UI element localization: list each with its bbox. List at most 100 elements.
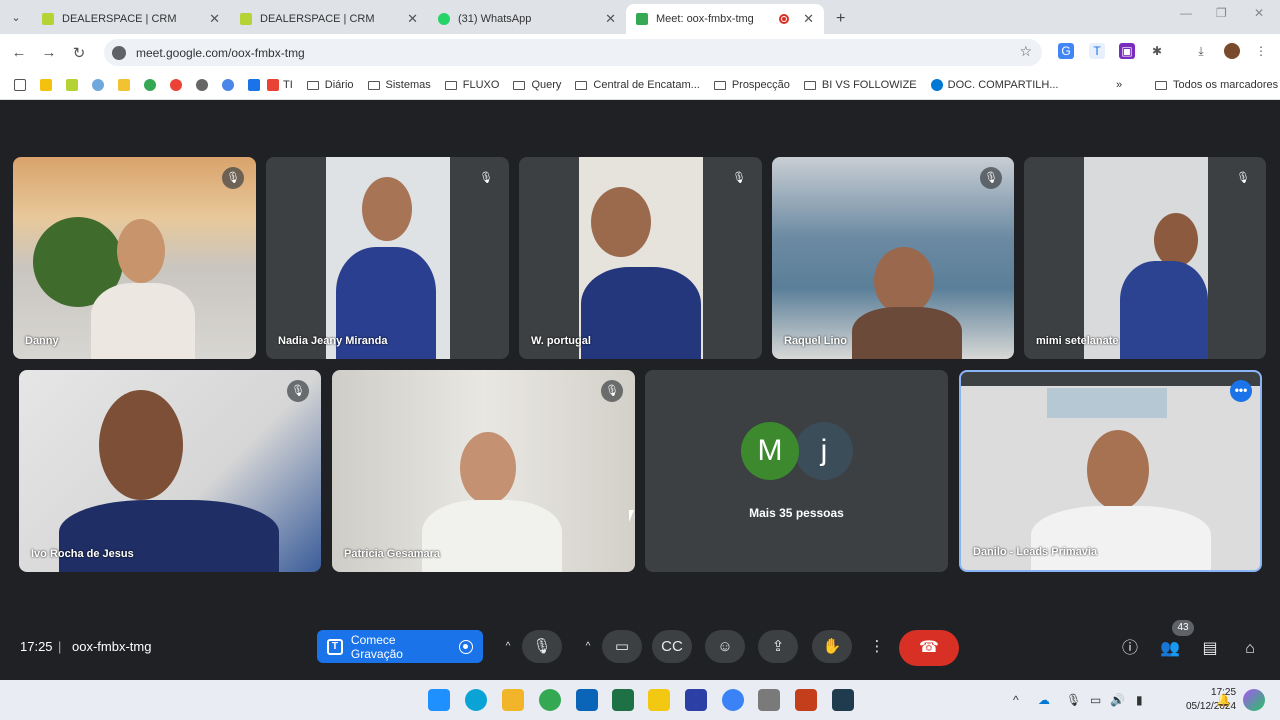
new-tab-button[interactable]: + bbox=[824, 4, 857, 34]
raise-hand-button[interactable]: ✋ bbox=[812, 630, 852, 663]
mic-tray-icon[interactable]: 🎙 bbox=[1066, 693, 1081, 707]
all-bookmarks[interactable]: Todos os marcadores bbox=[1155, 79, 1278, 91]
translate-extension-icon[interactable]: G bbox=[1058, 43, 1074, 59]
participant-tile-w-portugal[interactable]: 🎙 W. portugal bbox=[519, 157, 762, 359]
tab-search-icon[interactable]: ⌄ bbox=[0, 0, 32, 34]
tab-dealerspace-1[interactable]: DEALERSPACE | CRM ✕ bbox=[32, 4, 230, 34]
bookmark-star-icon[interactable]: ☆ bbox=[1019, 43, 1032, 60]
participant-face bbox=[874, 247, 934, 315]
audio-options-chevron-icon[interactable]: ^ bbox=[498, 630, 518, 663]
participant-tile-danny[interactable]: 🎙 Danny bbox=[13, 157, 256, 359]
bookmarks-bar: TI Diário Sistemas FLUXO Query Central d… bbox=[0, 71, 1280, 100]
participant-tile-raquel[interactable]: 🎙 Raquel Lino bbox=[772, 157, 1014, 359]
tab-meet[interactable]: Meet: oox-fmbx-tmg ✕ bbox=[626, 4, 824, 34]
app-x-icon[interactable] bbox=[685, 689, 707, 711]
bookmark-icon[interactable] bbox=[118, 79, 130, 91]
download-icon[interactable]: ⤓ bbox=[1193, 43, 1209, 59]
more-options-icon[interactable]: ••• bbox=[1230, 380, 1252, 402]
tab-whatsapp[interactable]: (31) WhatsApp ✕ bbox=[428, 4, 626, 34]
bookmark-icon[interactable] bbox=[144, 79, 156, 91]
site-info-icon[interactable] bbox=[112, 45, 126, 60]
minimize-icon[interactable]: — bbox=[1180, 6, 1192, 20]
bookmark-folder-bi[interactable]: BI VS FOLLOWIZE bbox=[803, 79, 917, 91]
participant-tile-ivo[interactable]: 🎙 Ivo Rocha de Jesus bbox=[19, 370, 321, 572]
extension-purple-icon[interactable]: ▣ bbox=[1119, 43, 1135, 59]
battery-icon[interactable]: ▮ bbox=[1136, 693, 1143, 707]
meeting-info-icon[interactable]: ⓘ bbox=[1118, 637, 1142, 661]
bookmark-folder-fluxo[interactable]: FLUXO bbox=[444, 79, 499, 91]
leave-call-button[interactable]: ☎ bbox=[899, 630, 959, 666]
mouse-cursor bbox=[629, 510, 634, 522]
extension-t-icon[interactable]: T bbox=[1089, 43, 1105, 59]
reactions-button[interactable]: ☺ bbox=[705, 630, 745, 663]
activities-icon[interactable]: ⌂ bbox=[1238, 637, 1262, 661]
outlook-icon[interactable] bbox=[576, 689, 598, 711]
folder-icon bbox=[713, 80, 726, 90]
chrome-icon[interactable] bbox=[539, 689, 561, 711]
maximize-icon[interactable]: ❐ bbox=[1216, 6, 1227, 20]
notifications-icon[interactable]: 🔔 bbox=[1216, 693, 1231, 707]
participant-tile-danilo[interactable]: ••• Danilo - Leads Primavia bbox=[959, 370, 1262, 572]
bookmark-label: Prospecção bbox=[731, 79, 790, 91]
bookmark-icon[interactable] bbox=[170, 79, 182, 91]
chat-icon[interactable]: ▤ bbox=[1198, 637, 1222, 661]
bookmark-doc[interactable]: DOC. COMPARTILH... bbox=[930, 79, 1058, 91]
url-bar[interactable]: meet.google.com/oox-fmbx-tmg ☆ bbox=[104, 39, 1042, 66]
participant-face bbox=[1087, 430, 1149, 510]
bookmark-folder-central[interactable]: Central de Encatam... bbox=[575, 79, 700, 91]
tray-chevron-icon[interactable]: ^ bbox=[1013, 693, 1019, 707]
video-options-chevron-icon[interactable]: ^ bbox=[578, 630, 598, 663]
profile-avatar-icon[interactable] bbox=[1224, 43, 1240, 59]
terminal-icon[interactable] bbox=[832, 689, 854, 711]
reload-icon[interactable]: ↻ bbox=[64, 44, 94, 62]
participant-tile-mimi[interactable]: 🎙 mimi setelanate bbox=[1024, 157, 1266, 359]
close-window-icon[interactable]: ✕ bbox=[1254, 6, 1264, 20]
file-explorer-icon[interactable] bbox=[502, 689, 524, 711]
forward-icon[interactable]: → bbox=[34, 44, 64, 61]
bookmark-folder-sistemas[interactable]: Sistemas bbox=[367, 79, 431, 91]
extensions-puzzle-icon[interactable]: ✱ bbox=[1149, 43, 1165, 59]
browser-menu-icon[interactable]: ⋮ bbox=[1253, 43, 1269, 59]
close-tab-icon[interactable]: ✕ bbox=[407, 11, 418, 27]
start-recording-button[interactable]: T Comece Gravação bbox=[317, 630, 483, 663]
bookmarks-overflow-icon[interactable]: » bbox=[1116, 79, 1122, 91]
camera-button[interactable]: ▭ bbox=[602, 630, 642, 663]
bookmark-folder-diario[interactable]: Diário bbox=[306, 79, 354, 91]
back-icon[interactable]: ← bbox=[4, 44, 34, 61]
close-tab-icon[interactable]: ✕ bbox=[209, 11, 220, 27]
calculator-icon[interactable] bbox=[758, 689, 780, 711]
bookmark-folder-query[interactable]: Query bbox=[513, 79, 561, 91]
excel-icon[interactable] bbox=[612, 689, 634, 711]
volume-icon[interactable]: 🔊 bbox=[1110, 693, 1125, 707]
bookmark-icon[interactable] bbox=[66, 79, 78, 91]
tab-dealerspace-2[interactable]: DEALERSPACE | CRM ✕ bbox=[230, 4, 428, 34]
close-tab-icon[interactable]: ✕ bbox=[605, 11, 616, 27]
participant-tile-nadia[interactable]: 🎙 Nadia Jeany Miranda bbox=[266, 157, 509, 359]
onedrive-tray-icon[interactable]: ☁ bbox=[1038, 693, 1050, 707]
bookmark-icon[interactable] bbox=[92, 79, 104, 91]
more-options-button[interactable]: ⋮ bbox=[857, 630, 897, 663]
whatsapp-favicon-icon bbox=[438, 13, 450, 25]
bookmark-icon[interactable] bbox=[196, 79, 208, 91]
bookmark-folder-prospeccao[interactable]: Prospecção bbox=[713, 79, 790, 91]
microphone-button[interactable]: 🎙 bbox=[522, 630, 562, 663]
network-icon[interactable]: ▭ bbox=[1090, 693, 1101, 707]
bookmark-icon[interactable] bbox=[222, 79, 234, 91]
close-tab-icon[interactable]: ✕ bbox=[803, 11, 814, 27]
apps-grid-icon[interactable] bbox=[14, 79, 26, 91]
copilot-icon[interactable] bbox=[1243, 689, 1265, 711]
powerbi-icon[interactable] bbox=[648, 689, 670, 711]
participant-tile-patricia[interactable]: 🎙 Patricia Gesamara bbox=[332, 370, 635, 572]
edge-icon[interactable] bbox=[465, 689, 487, 711]
powerpoint-icon[interactable] bbox=[795, 689, 817, 711]
onedrive-icon bbox=[930, 79, 943, 91]
present-screen-button[interactable]: ⇪ bbox=[758, 630, 798, 663]
app-blue-icon[interactable] bbox=[722, 689, 744, 711]
bookmark-icon[interactable] bbox=[40, 79, 52, 91]
captions-button[interactable]: CC bbox=[652, 630, 692, 663]
others-tile[interactable]: M j Mais 35 pessoas bbox=[645, 370, 948, 572]
people-icon[interactable]: 👥 bbox=[1158, 637, 1182, 661]
bookmark-ti[interactable]: TI bbox=[267, 79, 293, 91]
windows-start-icon[interactable] bbox=[428, 689, 450, 711]
bookmark-icon[interactable] bbox=[248, 79, 260, 91]
